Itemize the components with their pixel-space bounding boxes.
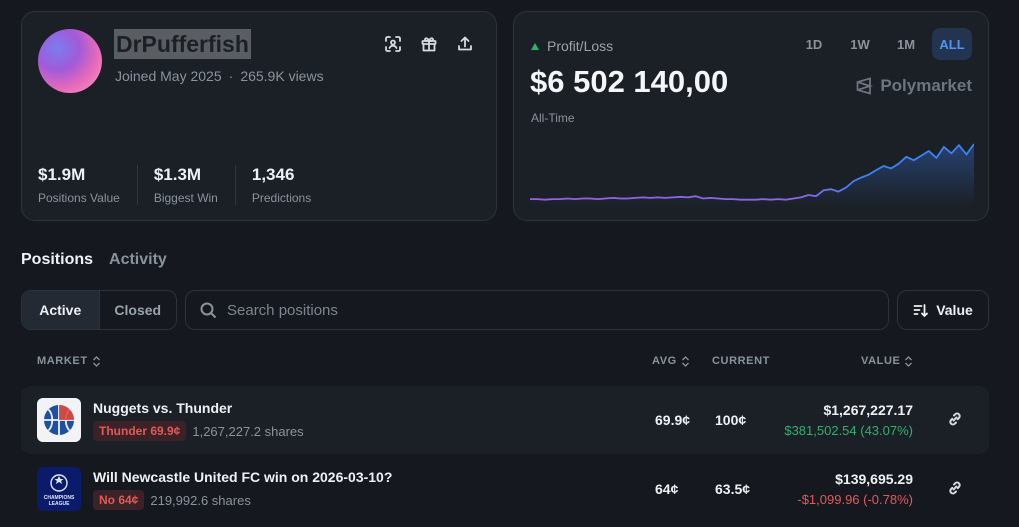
tabs: Positions Activity: [21, 251, 167, 269]
stat-value: $1.3M: [153, 165, 202, 184]
shares-count: 219,992.6 shares: [150, 492, 251, 508]
stat-value: $1.9M: [38, 165, 86, 184]
current-price: 63.5¢: [715, 481, 751, 497]
separator: ·: [228, 68, 234, 84]
tab-activity[interactable]: Activity: [109, 251, 167, 269]
range-selector: 1D 1W 1M ALL: [794, 28, 972, 60]
sort-button[interactable]: Value: [897, 290, 989, 330]
position-pnl: -$1,099.96 (-0.78%): [797, 492, 913, 507]
joined-info: Joined May 2025 · 265.9K views: [115, 68, 324, 84]
header-market[interactable]: MARKET: [37, 355, 101, 367]
search-box: [185, 290, 889, 330]
stat-predictions: 1,346 Predictions: [252, 165, 328, 205]
market-title[interactable]: Will Newcastle United FC win on 2026-03-…: [93, 469, 392, 485]
pnl-card: Profit/Loss $6 502 140,00 All-Time 1D 1W…: [513, 11, 989, 221]
sort-icon: [913, 303, 929, 317]
gift-icon[interactable]: [420, 35, 438, 53]
search-input[interactable]: [227, 301, 827, 319]
current-price: 100¢: [715, 412, 747, 428]
joined-date: Joined May 2025: [115, 68, 222, 84]
market-title[interactable]: Nuggets vs. Thunder: [93, 400, 232, 416]
header-avg[interactable]: AVG: [652, 355, 690, 367]
stat-value: 1,346: [251, 165, 295, 184]
avatar[interactable]: [38, 29, 102, 93]
range-all[interactable]: ALL: [932, 28, 972, 60]
position-pnl: $381,502.54 (43.07%): [784, 423, 913, 438]
header-label: AVG: [652, 355, 677, 367]
logo-text-line-2: LEAGUE: [49, 501, 71, 507]
link-icon[interactable]: [947, 480, 965, 498]
avg-price: 69.9¢: [655, 412, 691, 428]
avg-price: 64¢: [655, 481, 679, 497]
brand-logo: Polymarket: [855, 76, 972, 96]
outcome-badge: Thunder 69.9¢: [93, 421, 187, 441]
toggle-closed[interactable]: Closed: [100, 291, 177, 329]
polymarket-icon: [856, 77, 874, 95]
header-value[interactable]: VALUE: [861, 355, 913, 367]
link-icon[interactable]: [947, 411, 965, 429]
range-1m[interactable]: 1M: [886, 28, 926, 60]
stat-label: Biggest Win: [153, 191, 218, 205]
scan-icon[interactable]: [384, 35, 402, 53]
header-label: MARKET: [37, 355, 88, 367]
outcome-badge: No 64¢: [93, 490, 145, 510]
stat-positions-value: $1.9M Positions Value: [38, 165, 138, 205]
stat-label: Positions Value: [38, 191, 120, 205]
username: DrPufferfish: [114, 29, 251, 59]
pnl-label-text: Profit/Loss: [547, 38, 614, 54]
sort-arrows-icon: [92, 355, 100, 367]
views-count: 265.9K views: [240, 68, 324, 84]
basketball-icon: [37, 398, 81, 442]
position-value: $1,267,227.17: [823, 402, 913, 418]
share-icon[interactable]: [456, 35, 474, 53]
pnl-chart: [530, 143, 974, 206]
profile-card: DrPufferfish Joined May 2025 · 265.9K view…: [21, 11, 497, 221]
header-current: CURRENT: [712, 355, 770, 367]
sort-arrows-icon: [681, 355, 689, 367]
shares-count: 1,267,227.2 shares: [192, 423, 304, 439]
tab-positions[interactable]: Positions: [21, 251, 93, 269]
search-icon: [200, 302, 217, 318]
brand-name: Polymarket: [880, 76, 972, 95]
champions-league-icon: CHAMPIONS LEAGUE: [37, 467, 81, 511]
toggle-active[interactable]: Active: [22, 291, 100, 329]
stat-label: Predictions: [251, 191, 312, 205]
sort-label: Value: [936, 302, 973, 318]
chart-area: [530, 144, 974, 206]
pnl-period: All-Time: [531, 111, 575, 125]
sort-arrows-icon: [905, 355, 913, 367]
pnl-label: Profit/Loss: [531, 38, 613, 54]
header-label: CURRENT: [712, 355, 770, 367]
stat-biggest-win: $1.3M Biggest Win: [154, 165, 236, 205]
header-label: VALUE: [861, 355, 901, 367]
table-row[interactable]: CHAMPIONS LEAGUE Will Newcastle United F…: [21, 455, 989, 523]
table-row[interactable]: Nuggets vs. Thunder Thunder 69.9¢ 1,267,…: [21, 386, 989, 454]
range-1w[interactable]: 1W: [840, 28, 880, 60]
triangle-up-icon: [531, 42, 539, 50]
range-1d[interactable]: 1D: [794, 28, 834, 60]
position-value: $139,695.29: [835, 471, 913, 487]
status-toggle: Active Closed: [21, 290, 177, 330]
pnl-value: $6 502 140,00: [530, 64, 729, 99]
